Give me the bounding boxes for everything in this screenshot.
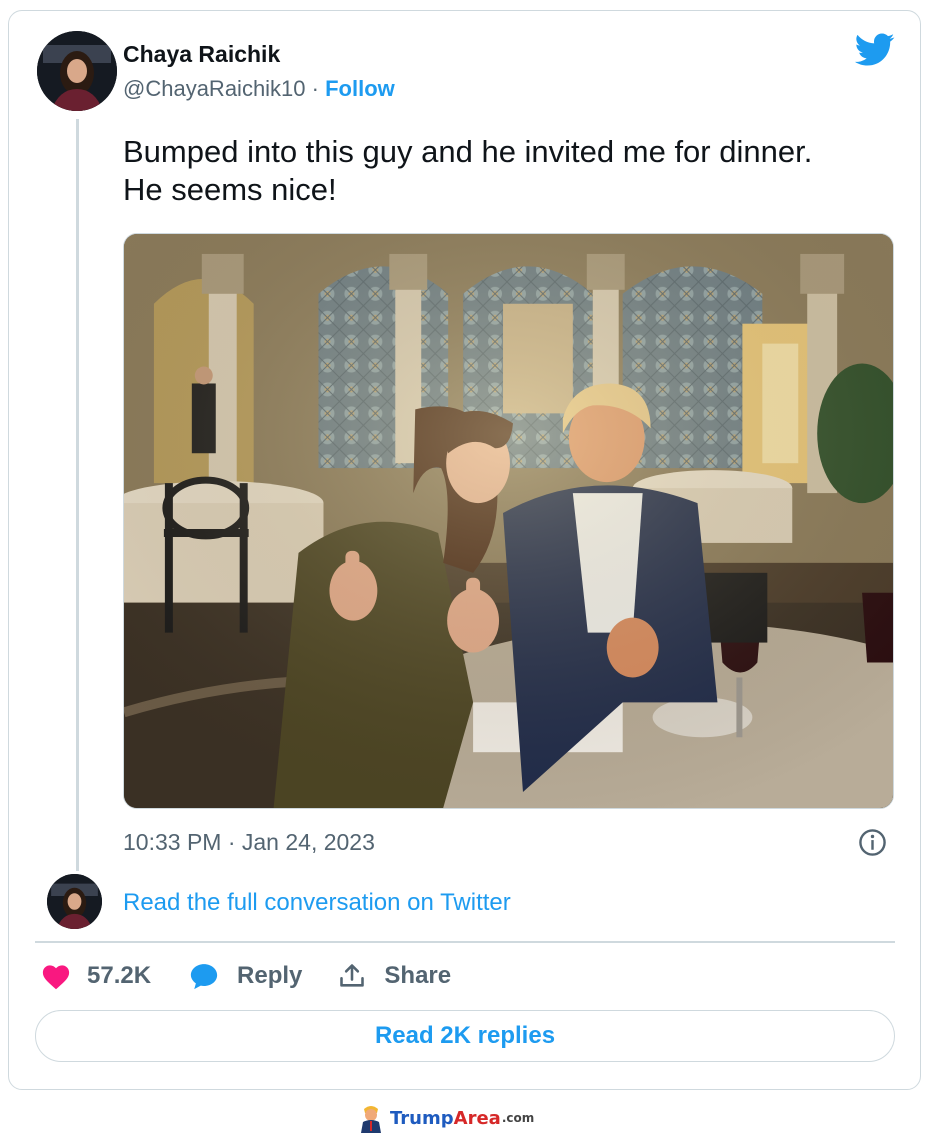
- read-conversation-link[interactable]: Read the full conversation on Twitter: [123, 889, 511, 917]
- thread-line: [76, 119, 79, 871]
- tweet-text-line1: Bumped into this guy and he invited me f…: [123, 134, 813, 169]
- follow-link[interactable]: Follow: [325, 76, 395, 101]
- watermark-part2: Area: [453, 1107, 501, 1129]
- author-handle[interactable]: @ChayaRaichik10: [123, 76, 306, 101]
- speech-bubble-icon: [190, 964, 218, 990]
- handle-separator: ·: [305, 76, 326, 101]
- heart-icon: [42, 965, 70, 990]
- share-upload-icon: [340, 964, 365, 987]
- share-button[interactable]: Share: [338, 962, 451, 990]
- reply-label: Reply: [237, 962, 303, 989]
- divider: [35, 941, 895, 943]
- info-icon[interactable]: [858, 828, 887, 857]
- watermark-tld: .com: [501, 1111, 535, 1125]
- tweet-text-line2: He seems nice!: [123, 172, 337, 207]
- author-handle-row: @ChayaRaichik10 · Follow: [123, 76, 395, 102]
- tweet-photo[interactable]: [123, 233, 894, 809]
- share-label: Share: [384, 962, 452, 989]
- tweet-timestamp[interactable]: 10:33 PM · Jan 24, 2023: [123, 829, 375, 856]
- tweet-text: Bumped into this guy and he invited me f…: [123, 133, 903, 209]
- conversation-avatar[interactable]: [47, 874, 102, 929]
- watermark-part1: Trump: [390, 1107, 454, 1129]
- read-replies-button[interactable]: Read 2K replies: [35, 1010, 895, 1062]
- mascot-figure-icon: [361, 1106, 381, 1133]
- tweet-embed-card: Chaya Raichik @ChayaRaichik10 · Follow B…: [8, 10, 921, 1090]
- like-button[interactable]: 57.2K: [41, 962, 151, 990]
- author-avatar[interactable]: [37, 31, 117, 111]
- twitter-bird-icon[interactable]: [855, 33, 895, 67]
- action-bar: 57.2K Reply Share: [41, 958, 451, 994]
- site-watermark: TrumpArea .com: [358, 1103, 534, 1133]
- author-name[interactable]: Chaya Raichik: [123, 41, 280, 68]
- like-count: 57.2K: [87, 962, 152, 989]
- reply-button[interactable]: Reply: [189, 961, 302, 991]
- watermark-brand: TrumpArea: [390, 1108, 501, 1129]
